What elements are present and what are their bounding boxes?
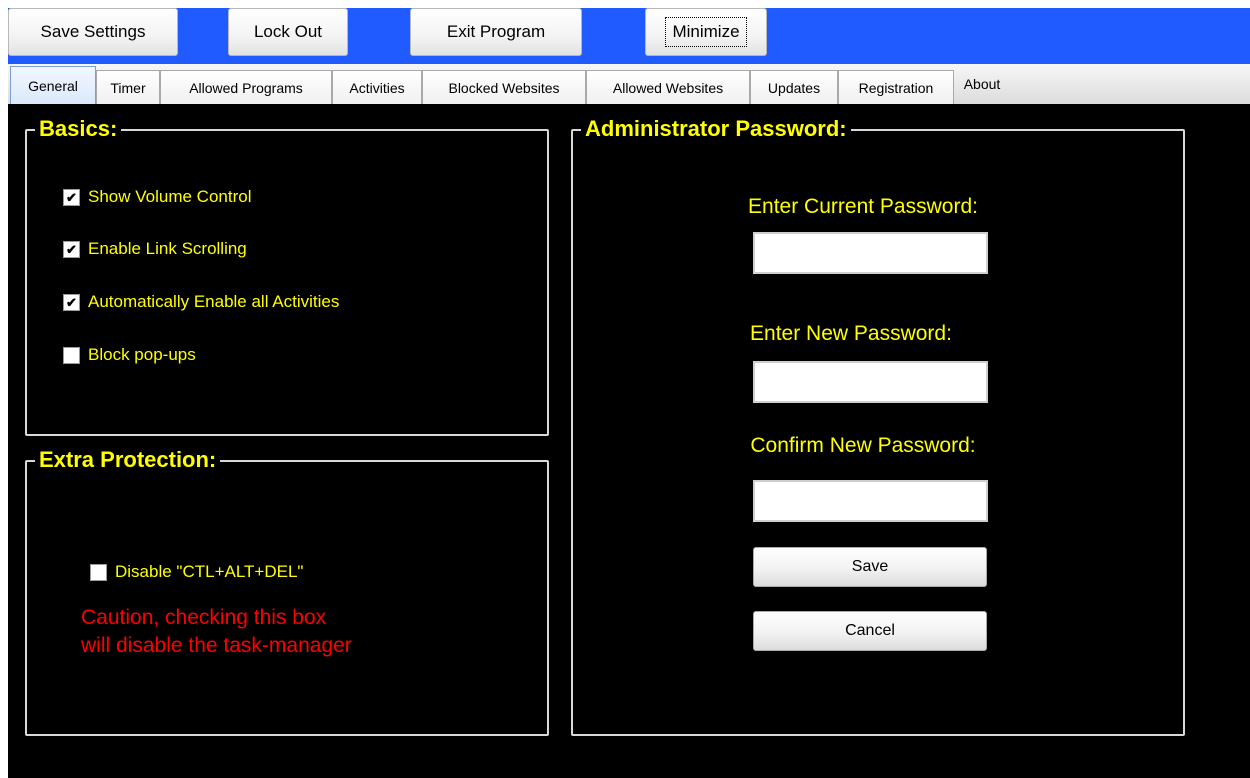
general-panel: Basics: ✔ Show Volume Control ✔ Enable L… xyxy=(8,104,1250,778)
checkbox-label: Block pop-ups xyxy=(88,345,196,364)
new-password-label: Enter New Password: xyxy=(750,322,952,345)
toolbar-background xyxy=(8,8,1250,64)
save-settings-label: Save Settings xyxy=(40,22,146,41)
tab-strip: General Timer Allowed Programs Activitie… xyxy=(8,64,1250,105)
checkbox-label: Disable "CTL+ALT+DEL" xyxy=(115,562,304,581)
tab-label: General xyxy=(28,78,78,94)
checkbox-label: Enable Link Scrolling xyxy=(88,239,247,258)
lock-out-button[interactable]: Lock Out xyxy=(228,8,348,56)
checkbox-box xyxy=(90,563,107,581)
enable-link-scrolling-checkbox[interactable]: ✔ Enable Link Scrolling xyxy=(63,239,247,259)
admin-password-group: Administrator Password: Enter Current Pa… xyxy=(571,115,1185,736)
checkbox-box: ✔ xyxy=(63,293,80,311)
basics-group: Basics: ✔ Show Volume Control ✔ Enable L… xyxy=(25,115,549,436)
tab-label: Updates xyxy=(767,79,821,96)
disable-ctl-alt-del-checkbox[interactable]: Disable "CTL+ALT+DEL" xyxy=(90,562,303,582)
exit-program-label: Exit Program xyxy=(446,22,546,41)
save-label: Save xyxy=(851,558,889,575)
tab-blocked-websites[interactable]: Blocked Websites xyxy=(422,70,586,104)
toolbar: Save Settings Lock Out Exit Program Mini… xyxy=(0,0,1250,64)
checkbox-label: Automatically Enable all Activities xyxy=(88,292,340,311)
checkbox-box: ✔ xyxy=(63,188,80,206)
tab-label: Activities xyxy=(349,79,405,96)
caution-warning-line2: will disable the task-manager xyxy=(81,634,352,657)
admin-password-title: Administrator Password: xyxy=(581,115,851,143)
tab-label: Allowed Programs xyxy=(189,79,303,96)
confirm-password-label: Confirm New Password: xyxy=(750,434,976,457)
caution-warning-line1: Caution, checking this box xyxy=(81,606,327,629)
tab-allowed-websites[interactable]: Allowed Websites xyxy=(586,70,750,104)
tab-label: Timer xyxy=(110,79,146,96)
basics-title: Basics: xyxy=(35,115,122,143)
current-password-label: Enter Current Password: xyxy=(748,195,978,218)
checkbox-box xyxy=(63,346,80,364)
checkbox-label: Show Volume Control xyxy=(88,187,252,206)
enable-all-activities-checkbox[interactable]: ✔ Automatically Enable all Activities xyxy=(63,292,339,312)
tab-general[interactable]: General xyxy=(10,66,96,105)
cancel-button[interactable]: Cancel xyxy=(753,611,987,651)
caution-warning: Caution, checking this box will disable … xyxy=(81,604,352,660)
minimize-button[interactable]: Minimize xyxy=(645,8,767,56)
checkbox-box: ✔ xyxy=(63,240,80,258)
tab-label: Allowed Websites xyxy=(612,79,724,96)
extra-protection-title: Extra Protection: xyxy=(35,446,221,474)
tab-registration[interactable]: Registration xyxy=(838,70,954,104)
tab-label: About xyxy=(963,76,1001,92)
tab-about[interactable]: About xyxy=(954,70,1010,104)
new-password-input[interactable] xyxy=(753,361,988,403)
cancel-label: Cancel xyxy=(845,622,895,639)
current-password-input[interactable] xyxy=(753,232,988,274)
tab-activities[interactable]: Activities xyxy=(332,70,422,104)
exit-program-button[interactable]: Exit Program xyxy=(410,8,582,56)
show-volume-control-checkbox[interactable]: ✔ Show Volume Control xyxy=(63,187,251,207)
minimize-label: Minimize xyxy=(665,17,747,47)
tab-timer[interactable]: Timer xyxy=(96,70,160,104)
lock-out-label: Lock Out xyxy=(253,22,323,41)
confirm-password-input[interactable] xyxy=(753,480,988,522)
block-popups-checkbox[interactable]: Block pop-ups xyxy=(63,345,196,365)
tab-allowed-programs[interactable]: Allowed Programs xyxy=(160,70,332,104)
save-button[interactable]: Save xyxy=(753,547,987,587)
tab-updates[interactable]: Updates xyxy=(750,70,838,104)
save-settings-button[interactable]: Save Settings xyxy=(8,8,178,56)
tab-label: Registration xyxy=(858,79,934,96)
tab-label: Blocked Websites xyxy=(448,79,560,96)
extra-protection-group: Extra Protection: Disable "CTL+ALT+DEL" … xyxy=(25,446,549,736)
